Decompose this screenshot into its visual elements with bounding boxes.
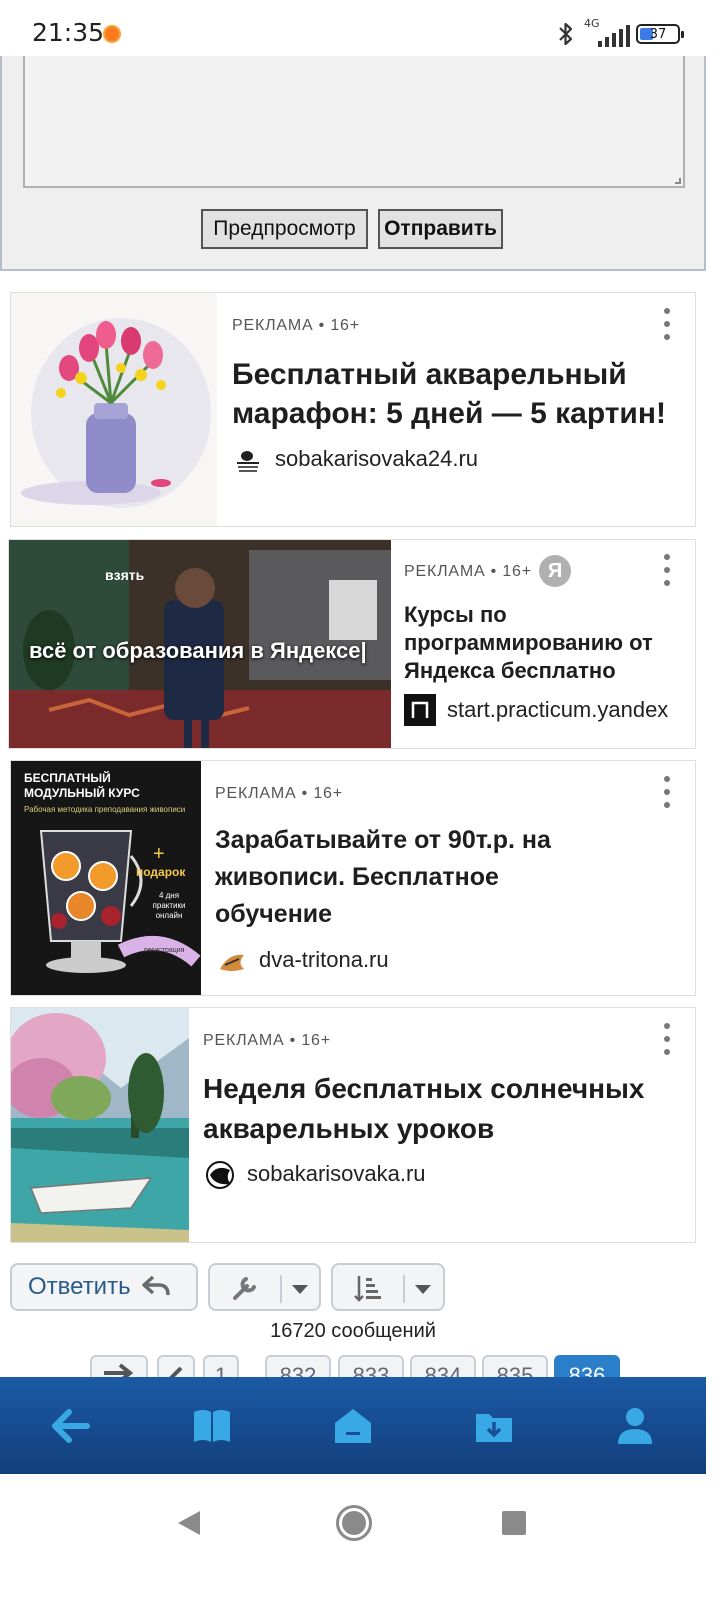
user-icon	[618, 1407, 653, 1444]
practicum-logo-icon	[404, 694, 436, 726]
home-icon	[334, 1408, 371, 1443]
image-register: регистрация	[144, 947, 185, 954]
message-count: 16720 сообщений	[270, 1320, 436, 1342]
battery-level: 37	[649, 26, 667, 42]
chevron-down-icon	[415, 1285, 431, 1294]
ad-card[interactable]: БЕСПЛАТНЫЙ МОДУЛЬНЫЙ КУРС Рабочая методи…	[10, 760, 696, 996]
battery-icon: 37	[636, 24, 684, 44]
image-plus: +	[153, 843, 165, 865]
ad-card[interactable]: РЕКЛАМА • 16+ Бесплатный акварельный мар…	[10, 292, 696, 527]
nav-profile[interactable]	[600, 1391, 670, 1461]
ad-card[interactable]: РЕКЛАМА • 16+ Неделя бесплатных солнечны…	[10, 1007, 696, 1243]
image-overlay-top: взять	[105, 567, 145, 583]
system-home-icon[interactable]	[336, 1505, 372, 1541]
image-days: 4 дня практики онлайн	[152, 891, 186, 920]
page-button-current[interactable]: 836	[554, 1355, 620, 1379]
ad-image[interactable]	[11, 1008, 189, 1242]
yandex-badge-icon: Я	[539, 555, 571, 587]
image-gift: подарок	[136, 865, 186, 879]
ad-label: РЕКЛАМА • 16+	[404, 563, 532, 580]
more-options-icon[interactable]	[663, 776, 671, 808]
ad-title[interactable]: Неделя бесплатных солнечных акварельных …	[203, 1069, 673, 1149]
ad-domain[interactable]: sobakarisovaka24.ru	[275, 446, 478, 472]
page-button[interactable]: 834	[410, 1355, 476, 1379]
lake-boat-illustration	[11, 1008, 189, 1242]
cellular-signal-icon: 4G	[584, 17, 630, 47]
dva-tritona-logo-icon	[220, 954, 244, 971]
pagination: 1 832 833 834 835 836	[0, 1355, 720, 1379]
sort-icon	[354, 1276, 381, 1302]
ad-card[interactable]: взять всё от образования в Яндексе| РЕКЛ…	[8, 539, 696, 749]
ad-domain[interactable]: dva-tritona.ru	[259, 947, 389, 973]
page-button[interactable]: 833	[338, 1355, 404, 1379]
page-button[interactable]: 1	[203, 1355, 239, 1379]
chevron-down-icon	[292, 1285, 308, 1294]
ad-image[interactable]: взять всё от образования в Яндексе|	[9, 540, 391, 748]
status-bar: 21:35 4G 37	[0, 0, 720, 56]
image-heading: БЕСПЛАТНЫЙ МОДУЛЬНЫЙ КУРС	[24, 771, 140, 800]
reply-label: Ответить	[28, 1273, 131, 1300]
ad-title[interactable]: Зарабатывайте от 90т.р. на живописи. Бес…	[215, 822, 575, 933]
download-folder-icon	[476, 1413, 513, 1442]
ad-title[interactable]: Бесплатный акварельный марафон: 5 дней —…	[232, 355, 682, 433]
ad-image[interactable]: БЕСПЛАТНЫЙ МОДУЛЬНЫЙ КУРС Рабочая методи…	[11, 761, 201, 995]
page-button[interactable]: 835	[482, 1355, 548, 1379]
ad-label: РЕКЛАМА • 16+	[203, 1032, 331, 1049]
more-options-icon[interactable]	[663, 554, 671, 586]
back-arrow-icon	[51, 1408, 90, 1443]
tools-dropdown-button[interactable]	[208, 1263, 321, 1311]
book-icon	[193, 1409, 230, 1442]
next-page-button[interactable]	[90, 1355, 148, 1379]
reply-button[interactable]: Ответить	[10, 1263, 198, 1311]
reply-form: Предпросмотр Отправить	[0, 56, 706, 271]
nav-downloads[interactable]	[459, 1391, 529, 1461]
edit-page-button[interactable]	[157, 1355, 195, 1379]
ad-label: РЕКЛАМА • 16+	[215, 785, 343, 802]
sort-dropdown-button[interactable]	[331, 1263, 445, 1311]
ad-image[interactable]	[11, 293, 217, 526]
status-icons: 4G 37	[556, 17, 684, 48]
nav-forums[interactable]	[177, 1391, 247, 1461]
system-nav-bar	[0, 1474, 720, 1600]
resize-grip-icon[interactable]	[675, 178, 681, 184]
sobaka-logo-icon	[206, 1161, 234, 1189]
sobaka-logo-icon	[237, 451, 259, 472]
ad-domain[interactable]: start.practicum.yandex	[447, 697, 685, 723]
page-button[interactable]: 832	[265, 1355, 331, 1379]
nav-home[interactable]	[318, 1391, 388, 1461]
preview-button[interactable]: Предпросмотр	[201, 209, 368, 249]
message-textarea[interactable]	[23, 56, 685, 188]
ad-title[interactable]: Курсы по программированию от Яндекса бес…	[404, 601, 679, 685]
send-button[interactable]: Отправить	[378, 209, 503, 249]
image-overlay-text: всё от образования в Яндексе|	[29, 638, 367, 663]
more-options-icon[interactable]	[663, 1023, 671, 1055]
ad-domain[interactable]: sobakarisovaka.ru	[247, 1161, 426, 1187]
tulips-vase-illustration	[21, 318, 211, 508]
image-subheading: Рабочая методика преподавания живописи	[24, 805, 186, 814]
system-back-icon[interactable]	[176, 1509, 202, 1537]
wrench-icon	[233, 1277, 256, 1300]
bluetooth-icon	[559, 22, 573, 46]
more-options-icon[interactable]	[663, 308, 671, 340]
nav-back[interactable]	[36, 1391, 106, 1461]
ad-label: РЕКЛАМА • 16+	[232, 317, 360, 334]
app-bottom-nav	[0, 1377, 706, 1474]
status-time: 21:35	[32, 18, 105, 47]
notification-dot-icon	[103, 25, 121, 43]
system-recents-icon[interactable]	[502, 1511, 526, 1535]
reply-arrow-icon	[141, 1275, 170, 1296]
